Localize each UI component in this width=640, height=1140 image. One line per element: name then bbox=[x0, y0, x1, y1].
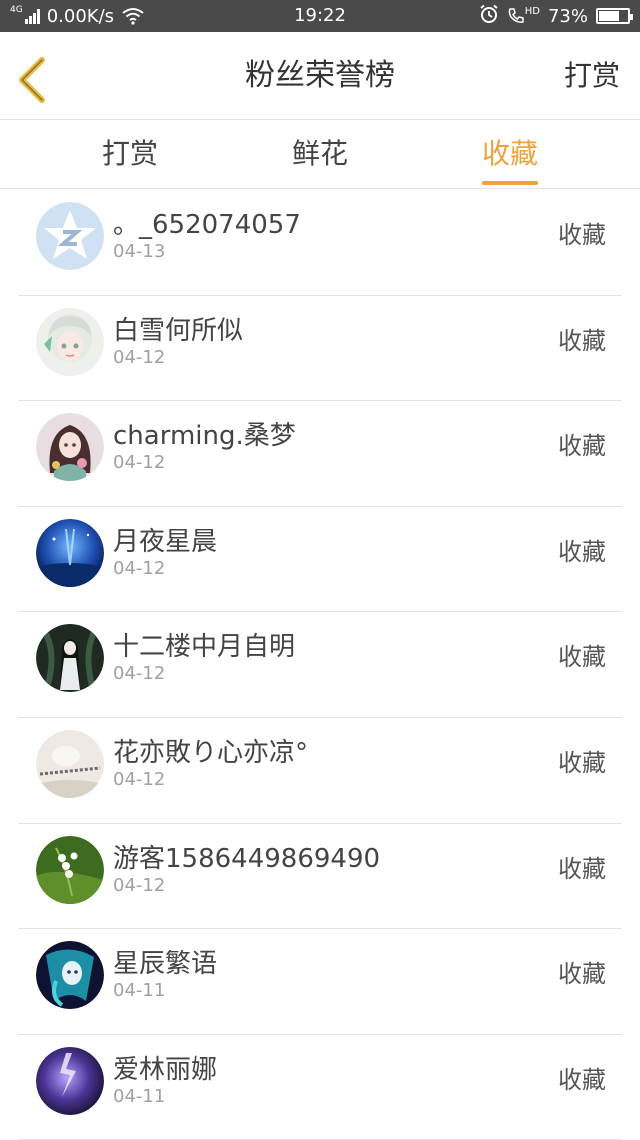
tab-flowers[interactable]: 鲜花 bbox=[260, 121, 380, 189]
list-item[interactable]: 十二楼中月自明 04-12 收藏 bbox=[18, 612, 622, 718]
status-right: HD 73% bbox=[471, 0, 633, 32]
purple-lightning-avatar bbox=[36, 1046, 104, 1115]
list-item[interactable]: 游客1586449869490 04-12 收藏 bbox=[18, 824, 622, 930]
star-logo-avatar bbox=[36, 202, 104, 270]
list-item[interactable]: 爱林丽娜 04-11 收藏 bbox=[18, 1035, 622, 1140]
header-reward-button[interactable]: 打赏 bbox=[564, 32, 620, 120]
fan-action-label: 收藏 bbox=[558, 537, 606, 566]
dark-figure-avatar bbox=[36, 624, 104, 693]
fan-name: 十二楼中月自明 bbox=[113, 632, 296, 663]
blue-night-avatar bbox=[36, 518, 104, 587]
fan-name: 白雪何所似 bbox=[113, 315, 244, 346]
fan-action-label: 收藏 bbox=[558, 326, 606, 355]
list-item[interactable]: 星辰繁语 04-11 收藏 bbox=[18, 929, 622, 1035]
fan-action-label: 收藏 bbox=[558, 854, 606, 883]
fan-date: 04-12 bbox=[113, 346, 166, 368]
status-bar: 4G 0.00K/s 19:22 HD 73% bbox=[0, 0, 640, 32]
fan-date: 04-13 bbox=[113, 241, 166, 262]
tab-label: 鲜花 bbox=[291, 137, 348, 170]
list-item[interactable]: 花亦敗り心亦凉° 04-12 收藏 bbox=[18, 718, 622, 824]
fan-name: 星辰繁语 bbox=[113, 949, 218, 980]
battery-percent: 73% bbox=[547, 5, 588, 27]
list-item[interactable]: 。_652074057 04-13 收藏 bbox=[18, 190, 622, 296]
fan-list: 。_652074057 04-13 收藏 白雪何所似 04-12 收藏 char… bbox=[0, 190, 640, 1140]
lily-flower-avatar bbox=[36, 835, 104, 904]
fan-name: 。_652074057 bbox=[113, 210, 301, 240]
fan-name: charming.桑梦 bbox=[113, 421, 296, 452]
fan-action-label: 收藏 bbox=[558, 221, 606, 249]
fan-name: 月夜星晨 bbox=[113, 526, 218, 557]
fan-name: 游客1586449869490 bbox=[113, 843, 381, 874]
light-photo-avatar bbox=[36, 729, 104, 798]
ranking-tabs: 打赏 鲜花 收藏 bbox=[0, 121, 640, 189]
tab-favorites[interactable]: 收藏 bbox=[450, 121, 570, 189]
fan-name: 爱林丽娜 bbox=[113, 1054, 218, 1085]
anime-girl-avatar bbox=[36, 307, 104, 376]
anime-girl-avatar bbox=[36, 413, 104, 482]
fan-action-label: 收藏 bbox=[558, 643, 606, 672]
fan-action-label: 收藏 bbox=[558, 960, 606, 989]
fan-date: 04-12 bbox=[113, 452, 166, 474]
battery-icon bbox=[596, 8, 633, 24]
list-item[interactable]: 月夜星晨 04-12 收藏 bbox=[18, 507, 622, 613]
fan-action-label: 收藏 bbox=[558, 748, 606, 777]
fan-action-label: 收藏 bbox=[558, 432, 606, 461]
fan-name: 花亦敗り心亦凉° bbox=[113, 737, 309, 768]
fan-date: 04-12 bbox=[113, 874, 166, 896]
list-item[interactable]: charming.桑梦 04-12 收藏 bbox=[18, 401, 622, 507]
top-nav-bar: 粉丝荣誉榜 打赏 bbox=[0, 32, 640, 120]
tab-reward[interactable]: 打赏 bbox=[70, 121, 190, 189]
tab-label: 打赏 bbox=[101, 137, 158, 170]
hd-label: HD bbox=[524, 5, 540, 17]
fan-action-label: 收藏 bbox=[558, 1065, 606, 1094]
fan-date: 04-11 bbox=[113, 1085, 166, 1107]
fan-date: 04-12 bbox=[113, 557, 166, 579]
page-title: 粉丝荣誉榜 bbox=[245, 58, 395, 93]
tab-label: 收藏 bbox=[481, 137, 538, 170]
battery-fill bbox=[599, 11, 619, 21]
list-item[interactable]: 白雪何所似 04-12 收藏 bbox=[18, 296, 622, 402]
fan-date: 04-12 bbox=[113, 768, 166, 790]
fan-date: 04-12 bbox=[113, 663, 166, 685]
alarm-icon bbox=[479, 4, 499, 29]
active-tab-indicator bbox=[482, 181, 538, 185]
blue-anime-avatar bbox=[36, 941, 104, 1010]
hd-call-icon: HD bbox=[507, 5, 540, 25]
fan-date: 04-11 bbox=[113, 980, 166, 1002]
